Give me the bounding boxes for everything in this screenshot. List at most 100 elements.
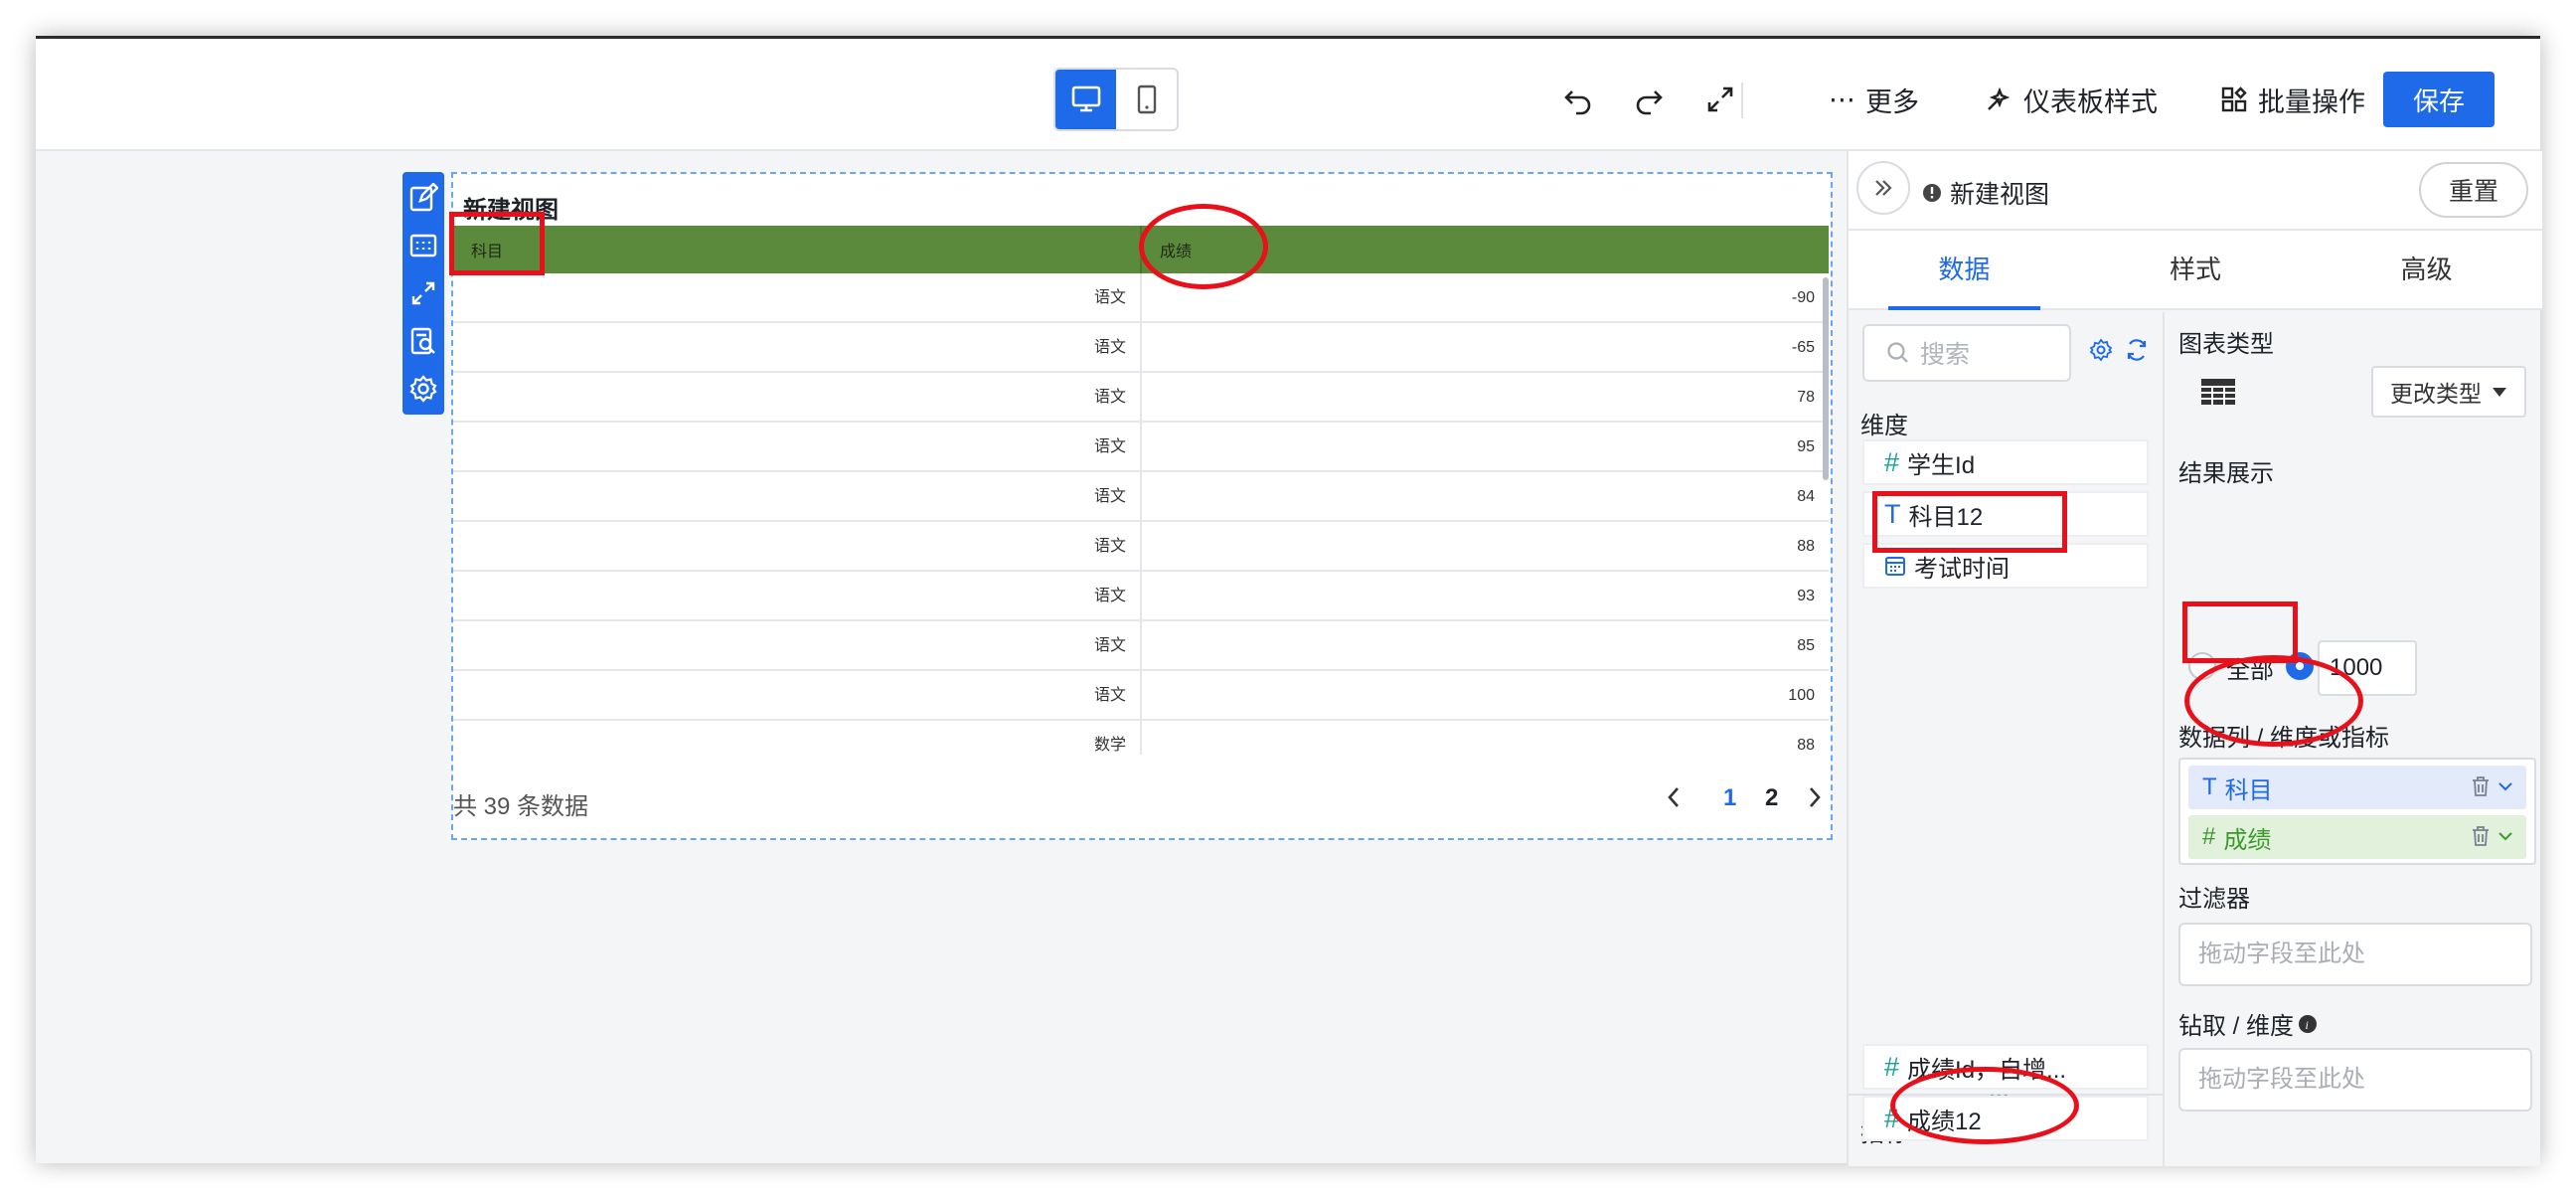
annotation-circle [1139,204,1268,289]
cell-score: 95 [1797,438,1815,455]
table-row: 语文 -90 [453,273,1829,323]
top-toolbar: ⋯ 更多 仪表板样式 批量操作 保存 [36,39,2540,151]
table-chart-icon[interactable] [2200,378,2236,411]
table-row: 语文 78 [453,373,1829,423]
cell-subject: 数学 [453,721,1142,755]
table-row: 数学 88 [453,721,1829,755]
trash-icon[interactable] [2471,775,2491,797]
cell-subject: 语文 [453,323,1142,371]
dashboard-style-label: 仪表板样式 [2023,86,2158,117]
next-page-icon[interactable] [1805,784,1825,817]
more-button[interactable]: ⋯ 更多 [1829,75,1919,124]
number-type-icon: # [1884,1051,1900,1082]
refresh-icon[interactable] [2125,338,2149,367]
device-toggle [1053,68,1179,131]
page-2[interactable]: 2 [1765,784,1778,812]
batch-operation-button[interactable]: 批量操作 [2220,75,2365,124]
desktop-icon[interactable] [1055,70,1116,129]
collapse-icon[interactable] [1856,161,1910,215]
edit-icon[interactable] [405,178,441,218]
field-name: 考试时间 [1914,555,2010,583]
field-name: 学生Id [1907,451,1976,479]
settings-icon[interactable] [2089,338,2113,367]
trash-icon[interactable] [2471,825,2491,847]
cell-subject: 语文 [453,671,1142,719]
toolbar-divider [1741,83,1743,118]
info-icon[interactable]: i [2298,1014,2318,1034]
field-list: 搜索 维度 # 学生Id T 科目12 考试时间 ••• [1849,312,2165,1166]
panel-tabs: 数据 样式 高级 [1849,231,2542,310]
cell-score: 88 [1797,538,1815,555]
search-input[interactable]: 搜索 [1862,324,2071,382]
tab-data[interactable]: 数据 [1849,231,2080,310]
table-row: 语文 88 [453,522,1829,572]
filter-dropzone[interactable]: 拖动字段至此处 [2178,923,2532,986]
cell-score: 78 [1797,389,1815,406]
text-type-icon: T [2202,773,2217,800]
chevron-down-icon[interactable] [2496,825,2514,847]
reset-button[interactable]: 重置 [2419,162,2528,218]
cell-score: 84 [1797,488,1815,505]
dimension-field[interactable]: # 学生Id [1862,439,2149,485]
drill-dropzone[interactable]: 拖动字段至此处 [2178,1048,2532,1112]
redo-icon[interactable] [1633,75,1665,124]
change-type-button[interactable]: 更改类型 [2371,366,2526,418]
table-widget[interactable]: 新建视图 科目 成绩 语文 -90 语文 -65 语文 78 语文 95 语文 84 语文… [451,172,1833,840]
dashboard-style-button[interactable]: 仪表板样式 [1984,75,2158,124]
columns-dropzone[interactable]: T 科目 # 成绩 [2178,758,2536,865]
chip-tools [2471,775,2514,797]
table-row: 语文 93 [453,572,1829,621]
column-header-subject[interactable]: 科目 [453,226,1142,273]
gear-icon[interactable] [405,369,441,409]
column-chip-subject[interactable]: T 科目 [2188,766,2526,809]
mobile-icon[interactable] [1116,70,1177,129]
column-chip-score[interactable]: # 成绩 [2188,815,2526,859]
number-type-icon: # [2202,823,2216,850]
annotation-box [2182,601,2298,663]
change-type-label: 更改类型 [2390,381,2482,407]
search-doc-icon[interactable] [405,321,441,361]
svg-text:i: i [2306,1018,2309,1032]
cell-subject: 语文 [453,522,1142,570]
panel-header: 新建视图 重置 [1849,151,2542,231]
chevron-down-icon[interactable] [2496,775,2514,797]
more-label: 更多 [1865,86,1919,117]
page-1[interactable]: 1 [1723,784,1736,812]
table-body: 语文 -90 语文 -65 语文 78 语文 95 语文 84 语文 88 语文 93 语文 8… [453,273,1829,755]
caret-down-icon [2493,388,2506,397]
search-icon [1887,342,1908,363]
tab-style[interactable]: 样式 [2080,231,2312,308]
cell-subject: 语文 [453,423,1142,470]
annotation-box [449,212,545,275]
cell-subject: 语文 [453,621,1142,669]
prev-page-icon[interactable] [1664,784,1684,817]
batch-operation-label: 批量操作 [2258,86,2365,117]
table-row: 语文 84 [453,472,1829,522]
drill-section-label: 钻取 / 维度 [2178,1013,2295,1040]
table-row: 语文 85 [453,621,1829,671]
view-name-label: 新建视图 [1950,181,2050,209]
annotation-box [1872,491,2067,553]
cell-score: 100 [1788,687,1815,704]
cell-score: 93 [1797,588,1815,604]
search-placeholder: 搜索 [1920,341,1971,369]
undo-icon[interactable] [1562,75,1594,124]
cell-score: 88 [1797,737,1815,754]
cell-subject: 语文 [453,273,1142,321]
calendar-icon [1885,557,1905,576]
cell-subject: 语文 [453,472,1142,520]
tab-advanced[interactable]: 高级 [2311,231,2542,308]
cell-subject: 语文 [453,373,1142,421]
chip-tools [2471,825,2514,847]
table-scrollbar[interactable] [1823,277,1829,480]
expand-icon[interactable] [1705,75,1735,124]
expand-icon[interactable] [405,273,441,313]
widget-toolbar [402,172,444,415]
grid-icon[interactable] [405,226,441,265]
cell-score: -90 [1791,289,1815,306]
save-button[interactable]: 保存 [2383,72,2495,127]
apps-icon [2221,86,2247,112]
drill-section: 钻取 / 维度 i [2178,1006,2318,1041]
chart-config: 图表类型 更改类型 结果展示 全部 1000 数据列 / 维度或指标 T 科目 [2167,312,2542,1166]
annotation-circle [2184,655,2363,747]
